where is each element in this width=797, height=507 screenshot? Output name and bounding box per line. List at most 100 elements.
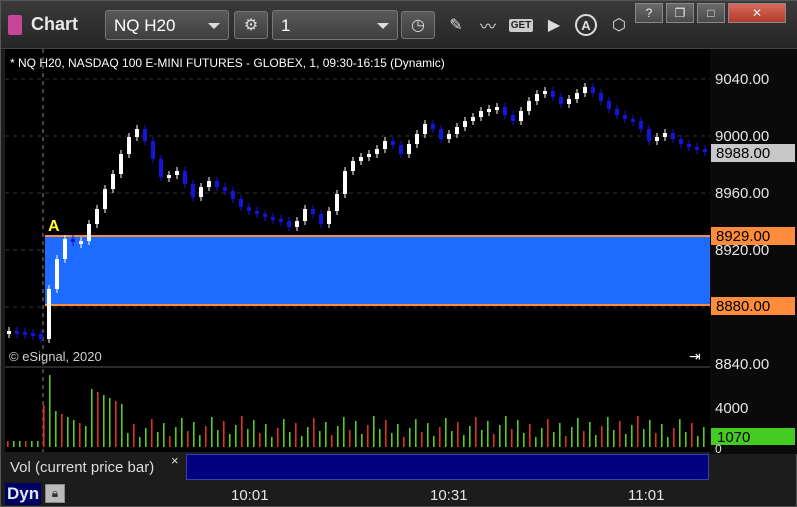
volume-bar	[457, 422, 459, 447]
interval-value: 1	[281, 16, 291, 35]
candle-body	[175, 171, 179, 175]
get-button[interactable]: GET	[506, 11, 536, 39]
candle-body	[519, 111, 523, 121]
candle-body	[591, 87, 595, 93]
volume-bar	[679, 419, 681, 447]
volume-bar	[685, 432, 687, 447]
volume-bar	[223, 421, 225, 447]
volume-bar	[115, 401, 117, 447]
volume-bar	[169, 436, 171, 447]
volume-bar	[373, 416, 375, 447]
candle-body	[303, 209, 307, 221]
candle-body	[575, 93, 579, 99]
volume-bar	[127, 433, 129, 447]
candle-body	[55, 259, 59, 289]
maximize-button[interactable]: □	[697, 3, 725, 23]
candle-body	[391, 141, 395, 145]
clock-icon: ◷	[411, 17, 425, 34]
volume-tick-0: 0	[715, 442, 722, 454]
chart-area[interactable]: * NQ H20, NASDAQ 100 E-MINI FUTURES - GL…	[1, 49, 797, 454]
volume-bar	[259, 433, 261, 447]
restore-button[interactable]: ❐	[666, 3, 694, 23]
candle-body	[471, 117, 475, 121]
candle-body	[119, 154, 123, 174]
studies-button[interactable]: 〰	[473, 11, 503, 39]
candle-body	[279, 219, 283, 222]
volume-bar	[481, 430, 483, 447]
volume-bar	[571, 427, 573, 447]
draw-tool-button[interactable]: ✎	[441, 11, 471, 39]
last-price-value: 8988.00	[716, 145, 770, 162]
volume-bar	[391, 433, 393, 447]
candle-body	[431, 124, 435, 129]
volume-bar	[505, 416, 507, 447]
volume-bar	[241, 416, 243, 447]
candle-body	[567, 99, 571, 104]
candle-body	[631, 119, 635, 122]
volume-bar	[103, 395, 105, 447]
scroll-end-icon[interactable]: ⇥	[689, 349, 701, 365]
interval-combo[interactable]: 1	[272, 10, 398, 40]
candle-body	[607, 101, 611, 109]
candle-body	[663, 133, 667, 137]
candle-body	[415, 134, 419, 144]
volume-bar	[493, 434, 495, 447]
candle-body	[31, 333, 35, 336]
volume-bar	[661, 424, 663, 447]
candle-body	[135, 129, 139, 137]
volume-bar	[139, 437, 141, 447]
price-tick-8840: 8840.00	[715, 356, 769, 373]
volume-bar	[85, 426, 87, 447]
time-template-button[interactable]: ◷	[401, 11, 435, 39]
candle-body	[167, 175, 171, 178]
close-icon[interactable]: ×	[171, 453, 179, 468]
volume-bar	[37, 441, 39, 447]
lock-icon[interactable]: 🔒︎	[45, 484, 65, 503]
volume-bar	[97, 392, 99, 447]
gear-icon: ⚙	[243, 17, 259, 34]
alert-button[interactable]: A	[571, 11, 601, 39]
candle-body	[559, 97, 563, 104]
volume-bar	[295, 423, 297, 447]
candle-body	[359, 157, 363, 161]
study-wave-icon: 〰	[479, 19, 496, 36]
volume-bar	[355, 421, 357, 447]
toolbar: Chart NQ H20 ⚙ 1 ◷ ✎ 〰 GET ▶ A ⬡ ? ❐ □ ✕	[1, 1, 797, 49]
candle-body	[687, 144, 691, 147]
candle-body	[271, 217, 275, 220]
volume-bar	[61, 414, 63, 447]
volume-bar	[325, 422, 327, 447]
volume-bar	[265, 424, 267, 447]
volume-bar	[619, 421, 621, 447]
candle-body	[375, 149, 379, 154]
link-button[interactable]: ⬡	[604, 11, 634, 39]
candle-body	[343, 171, 347, 194]
candle-body	[487, 109, 491, 112]
volume-study-label[interactable]: Vol (current price bar)	[6, 456, 184, 480]
candle-body	[551, 91, 555, 97]
candle-body	[159, 159, 163, 177]
link-icon: ⬡	[612, 17, 626, 34]
volume-bar	[175, 427, 177, 447]
candle-body	[111, 174, 115, 189]
symbol-combo[interactable]: NQ H20	[105, 10, 229, 40]
help-button[interactable]: ?	[635, 3, 663, 23]
candle-body	[367, 154, 371, 157]
close-button[interactable]: ✕	[728, 3, 786, 23]
candle-body	[351, 161, 355, 171]
volume-bar	[409, 428, 411, 447]
candle-body	[295, 221, 299, 227]
volume-study-bar	[186, 454, 709, 480]
candle-body	[383, 141, 387, 149]
candle-body	[23, 332, 27, 335]
candle-body	[47, 289, 51, 339]
candle-body	[223, 187, 227, 191]
candle-body	[215, 181, 219, 187]
volume-bar	[397, 424, 399, 447]
settings-button[interactable]: ⚙	[234, 11, 268, 39]
play-button[interactable]: ▶	[539, 11, 569, 39]
alert-a-icon: A	[575, 14, 597, 36]
volume-bar	[565, 436, 567, 447]
dynamic-mode-toggle[interactable]: Dyn	[5, 483, 42, 505]
volume-bar	[517, 420, 519, 447]
